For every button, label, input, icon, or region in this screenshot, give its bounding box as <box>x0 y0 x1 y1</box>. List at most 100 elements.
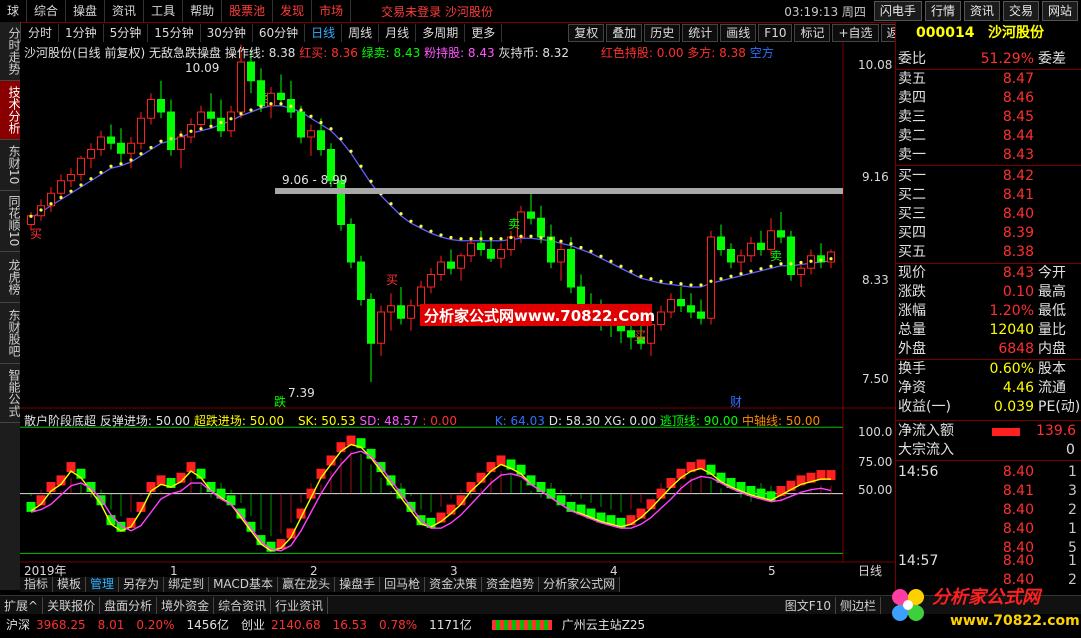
signal-dot <box>559 239 563 243</box>
panel-tab[interactable]: 综合资讯 <box>214 596 272 614</box>
candle-body <box>527 211 535 219</box>
period-tab-active[interactable]: 日线 <box>305 23 343 42</box>
signal-dot <box>159 139 163 143</box>
ask-row[interactable]: 卖二 8.44 <box>896 127 1081 146</box>
sidebar-button[interactable]: 侧边栏 <box>836 596 881 614</box>
bid-row[interactable]: 买五 8.38 <box>896 243 1081 262</box>
toolbar-button[interactable]: 闪电手 <box>873 1 922 21</box>
panel-tab[interactable]: 行业资讯 <box>271 596 329 614</box>
chart-tool-button[interactable]: F10 <box>758 23 793 42</box>
bid-row[interactable]: 买四 8.39 <box>896 224 1081 243</box>
menu-item[interactable]: 帮助 <box>183 0 223 22</box>
period-tab[interactable]: 分时 <box>22 23 60 42</box>
period-tab[interactable]: 多周期 <box>416 23 466 42</box>
candle-body <box>407 305 415 319</box>
period-tab[interactable]: 周线 <box>342 23 380 42</box>
indicator-tab[interactable]: 分析家公式网 <box>539 577 621 592</box>
indicator-tab[interactable]: 模板 <box>53 577 87 592</box>
ask-price: 8.43 <box>1002 147 1034 163</box>
indicator-tab[interactable]: 绑定到 <box>164 577 210 592</box>
indicator-tab[interactable]: 回马枪 <box>380 577 426 592</box>
f10-button[interactable]: 图文F10 <box>781 596 836 614</box>
period-tab[interactable]: 1分钟 <box>59 23 104 42</box>
index-name[interactable]: 创业 <box>241 616 265 633</box>
menu-item[interactable]: 球 <box>0 0 28 22</box>
menu-item[interactable]: 工具 <box>144 0 184 22</box>
signal-dot <box>359 164 363 168</box>
index-name[interactable]: 沪深 <box>6 616 30 633</box>
chart-tool-button[interactable]: 历史 <box>644 23 681 42</box>
signal-dot <box>149 145 153 150</box>
chart-tool-button[interactable]: +自选 <box>832 23 879 42</box>
signal-dot <box>759 267 763 271</box>
indicator-tab[interactable]: 操盘手 <box>335 577 381 592</box>
chart-tool-button[interactable]: 画线 <box>720 23 757 42</box>
panel-tab[interactable]: 盘面分析 <box>100 596 158 614</box>
toolbar-button[interactable]: 行情 <box>924 1 961 21</box>
indicator-tab[interactable]: 指标 <box>20 577 54 592</box>
sub-indicator-name[interactable]: 散户阶段底超 <box>24 414 96 428</box>
left-tab[interactable]: 智能公式 <box>0 364 21 423</box>
bid-row[interactable]: 买一 8.42 <box>896 167 1081 186</box>
dadan-label: 大宗流入 <box>898 442 954 458</box>
period-tab[interactable]: 30分钟 <box>201 23 253 42</box>
left-tab-active[interactable]: 技术分析 <box>0 81 21 140</box>
sk-value: SK: 50.53 <box>297 414 356 428</box>
menu-item[interactable]: 操盘 <box>66 0 106 22</box>
left-tab[interactable]: 龙虎榜 <box>0 252 21 303</box>
formula-name[interactable]: 无敌急跌操盘 <box>149 46 221 60</box>
indicator-tab[interactable]: 管理 <box>86 577 120 592</box>
ask-row[interactable]: 卖四 8.46 <box>896 89 1081 108</box>
period-tab[interactable]: 5分钟 <box>104 23 149 42</box>
login-notice[interactable]: 交易未登录 沙河股份 <box>381 3 493 20</box>
stat-row: 涨幅 1.20% 最低 <box>898 303 1066 319</box>
kline-chart[interactable]: 9.06 - 8.99 10.09 7.39 跌 财 卖 卖 卖 买 买 买 分… <box>20 42 895 590</box>
chart-tool-button[interactable]: 统计 <box>682 23 719 42</box>
toolbar-button[interactable]: 网站 <box>1041 1 1078 21</box>
candle-body <box>737 255 745 263</box>
server-name[interactable]: 广州云主站Z25 <box>562 616 646 633</box>
chart-tool-button[interactable]: 标记 <box>794 23 831 42</box>
indicator-tab[interactable]: 另存为 <box>119 577 165 592</box>
indicator-tab[interactable]: 资金决策 <box>425 577 483 592</box>
period-tab[interactable]: 月线 <box>379 23 417 42</box>
toolbar-button[interactable]: 资讯 <box>963 1 1000 21</box>
menu-item[interactable]: 资讯 <box>105 0 145 22</box>
signal-dot <box>569 242 573 246</box>
left-tab[interactable]: 同花顺10 <box>0 191 21 252</box>
stock-code: 000014 <box>916 25 975 41</box>
menu-item[interactable]: 发现 <box>273 0 313 22</box>
ask-row[interactable]: 卖三 8.45 <box>896 108 1081 127</box>
period-tab[interactable]: 60分钟 <box>253 23 306 42</box>
candle-body <box>127 142 135 154</box>
ask-row[interactable]: 卖一 8.43 <box>896 146 1081 165</box>
ask-row[interactable]: 卖五 8.47 <box>896 70 1081 89</box>
menu-item[interactable]: 综合 <box>27 0 67 22</box>
indicator-tab[interactable]: 资金趋势 <box>482 577 540 592</box>
signal-dot <box>629 269 633 273</box>
indicator-tab[interactable]: 赢在龙头 <box>278 577 336 592</box>
left-tab[interactable]: 东财10 <box>0 140 21 191</box>
toolbar-button[interactable]: 交易 <box>1002 1 1039 21</box>
chart-tool-button[interactable]: 叠加 <box>606 23 643 42</box>
candle-body <box>707 236 715 319</box>
chart-tool-button[interactable]: 复权 <box>568 23 605 42</box>
menu-item[interactable]: 股票池 <box>222 0 274 22</box>
candle-body <box>67 174 75 182</box>
duofang-value: 多方: 8.38 <box>687 46 746 60</box>
period-tab[interactable]: 15分钟 <box>148 23 201 42</box>
candle-body <box>687 305 695 313</box>
indicator-tab[interactable]: MACD基本 <box>209 577 279 592</box>
panel-tab[interactable]: 关联报价 <box>43 596 101 614</box>
panel-tab[interactable]: 境外资金 <box>157 596 215 614</box>
signal-dot <box>549 237 553 241</box>
bid-row[interactable]: 买二 8.41 <box>896 186 1081 205</box>
left-tab[interactable]: 东财股吧 <box>0 303 21 364</box>
panel-tab[interactable]: 扩展^ <box>0 596 44 614</box>
menu-item[interactable]: 市场 <box>312 0 352 22</box>
hui-value: 灰持币: 8.32 <box>498 46 570 60</box>
left-tab[interactable]: 分时走势 <box>0 22 21 81</box>
signal-dot <box>739 272 743 276</box>
bid-row[interactable]: 买三 8.40 <box>896 205 1081 224</box>
period-tab[interactable]: 更多 <box>465 23 503 42</box>
